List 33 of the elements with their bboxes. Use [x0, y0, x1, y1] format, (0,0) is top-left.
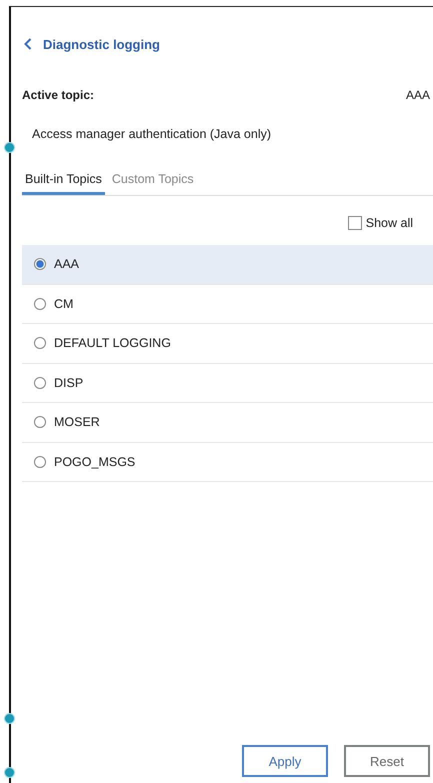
topic-row[interactable]: CM: [22, 284, 433, 324]
panel-title: Diagnostic logging: [43, 36, 160, 52]
active-topic-value: AAA: [406, 88, 430, 102]
radio-button[interactable]: [34, 337, 46, 350]
topic-label: DEFAULT LOGGING: [54, 336, 171, 350]
radio-button[interactable]: [34, 258, 46, 270]
back-icon[interactable]: [24, 38, 32, 50]
checkbox-icon[interactable]: [348, 216, 362, 230]
reset-button[interactable]: Reset: [344, 745, 430, 777]
radio-button[interactable]: [34, 376, 46, 389]
topic-label: DISP: [54, 376, 84, 390]
topic-description: Access manager authentication (Java only): [31, 126, 272, 141]
topic-label: MOSER: [54, 415, 100, 430]
radio-button[interactable]: [34, 416, 46, 428]
checkbox-label: Show all: [366, 216, 413, 230]
topic-row[interactable]: DISP: [22, 364, 433, 403]
topic-row[interactable]: MOSER: [22, 403, 433, 442]
topic-row[interactable]: DEFAULT LOGGING: [22, 324, 433, 364]
radio-button[interactable]: [34, 456, 46, 468]
handle-icon[interactable]: [4, 767, 15, 778]
tab[interactable]: Custom Topics: [108, 172, 197, 195]
active-topic-label: Active topic:: [22, 88, 94, 102]
show-all-checkbox[interactable]: Show all: [348, 216, 413, 230]
radio-button[interactable]: [34, 298, 46, 310]
topic-row[interactable]: POGO_MSGS: [22, 442, 433, 482]
tab[interactable]: Built-in Topics: [22, 172, 105, 195]
topic-label: POGO_MSGS: [54, 454, 136, 469]
topic-row[interactable]: AAA: [22, 245, 433, 284]
handle-icon[interactable]: [4, 713, 15, 724]
apply-button[interactable]: Apply: [242, 745, 328, 777]
topic-label: CM: [54, 296, 74, 311]
handle-icon[interactable]: [4, 142, 15, 153]
topic-label: AAA: [54, 257, 80, 272]
